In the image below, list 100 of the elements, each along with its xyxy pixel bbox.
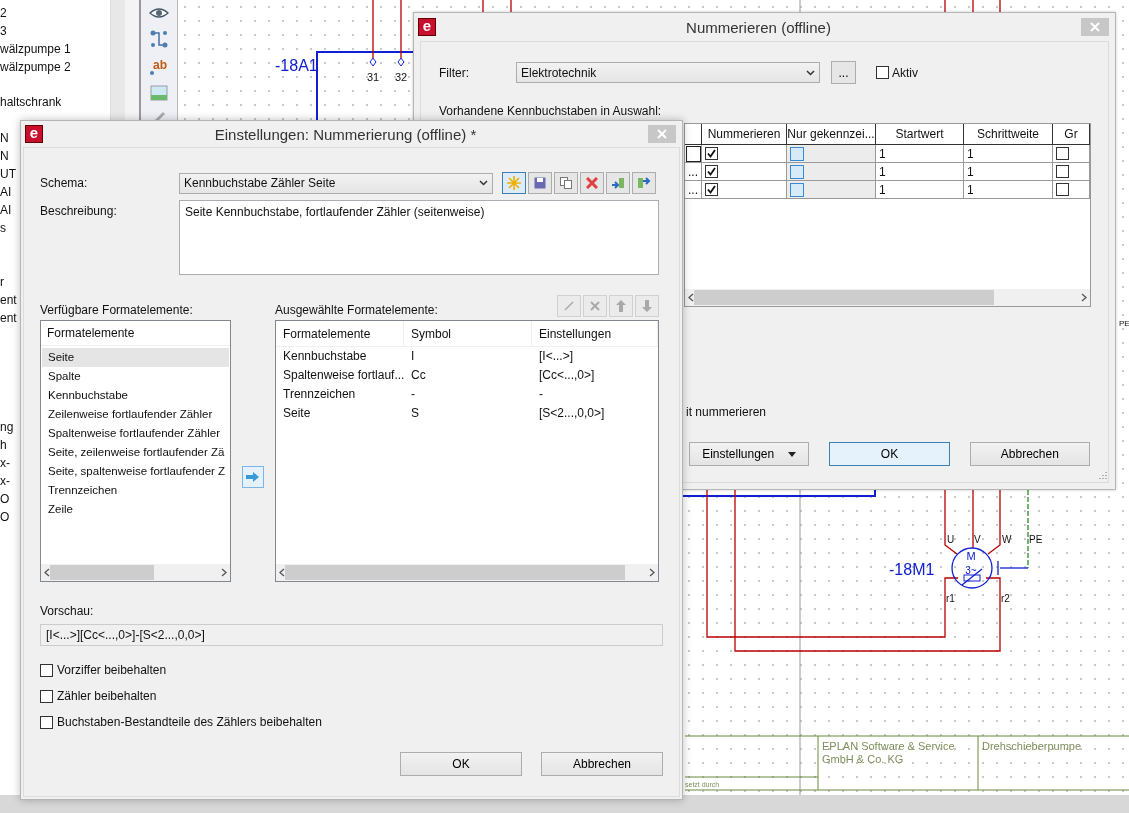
motor-drawing: [951, 547, 999, 589]
sparkle-icon: [507, 176, 521, 190]
list-item[interactable]: Kennbuchstabe: [42, 386, 229, 405]
table-cell-text: Trennzeichen: [282, 386, 357, 403]
column-header[interactable]: Startwert: [876, 124, 964, 145]
close-icon: [657, 129, 667, 139]
image-icon[interactable]: [150, 85, 168, 101]
horizontal-scrollbar[interactable]: [41, 564, 230, 581]
chevron-right-icon: [221, 568, 227, 577]
checkbox[interactable]: [1056, 147, 1069, 160]
arrow-up-icon: [616, 300, 626, 312]
move-right-button[interactable]: [242, 466, 264, 488]
import-icon: [611, 177, 625, 189]
save-button[interactable]: [528, 172, 552, 194]
company-name: GmbH & Co. KG: [822, 753, 904, 765]
dialog-button[interactable]: OK: [400, 752, 522, 776]
section-label: Vorhandene Kennbuchstaben in Auswahl:: [439, 104, 663, 120]
arrow-right-icon: [246, 472, 260, 482]
list-item[interactable]: Zeilenweise fortlaufender Zähler: [42, 405, 229, 424]
checkbox-label: Aktiv: [892, 65, 918, 80]
column-header[interactable]: Gr: [1053, 124, 1090, 145]
list-item[interactable]: Seite, spaltenweise fortlaufender Z: [42, 462, 229, 481]
export-button[interactable]: [632, 172, 656, 194]
table-cell-text: -: [410, 386, 416, 403]
list-item[interactable]: Spaltenweise fortlaufender Zähler: [42, 424, 229, 443]
list-item[interactable]: Trennzeichen: [42, 481, 229, 500]
tree-item[interactable]: 2: [0, 4, 110, 22]
filter-dropdown[interactable]: Elektrotechnik: [516, 62, 820, 83]
copy-icon: [560, 177, 572, 189]
table-cell-text: Kennbuchstabe: [282, 348, 368, 365]
checkbox[interactable]: [40, 663, 53, 677]
table-cell-text: Cc: [410, 367, 427, 384]
checkbox-label: Vorziffer beibehalten: [57, 663, 167, 677]
dialog-button[interactable]: OK: [829, 442, 950, 466]
motor-symbol-text: M: [966, 550, 976, 562]
connection-label: W: [1002, 534, 1012, 545]
connection-label: U: [947, 534, 955, 545]
focused-cell[interactable]: [685, 145, 702, 163]
horizontal-scrollbar[interactable]: [685, 289, 1090, 306]
description-field[interactable]: Seite Kennbuchstabe, fortlaufender Zähler (seitenweise): [179, 200, 659, 275]
table-cell-text: [S<2...,0,0>]: [538, 405, 606, 422]
connector-icon[interactable]: [149, 29, 169, 49]
checkbox[interactable]: [705, 165, 718, 178]
app-logo: e: [418, 18, 436, 36]
chevron-left-icon: [688, 293, 694, 302]
delete-button[interactable]: [580, 172, 604, 194]
checkbox[interactable]: [40, 689, 53, 703]
new-button[interactable]: [502, 172, 526, 194]
arrow-down-icon: [642, 300, 652, 312]
checkbox[interactable]: [1056, 165, 1069, 178]
table-cell-text: Spaltenweise fortlauf...: [282, 367, 404, 384]
connection-label: r2: [1001, 593, 1010, 604]
preview-field: [I<...>][Cc<...,0>]-[S<2...,0,0>]: [40, 624, 663, 646]
browse-button[interactable]: ...: [831, 61, 856, 84]
dialog-button[interactable]: Abbrechen: [969, 442, 1090, 466]
checkbox[interactable]: [1056, 183, 1069, 196]
list-item[interactable]: Zeile: [42, 500, 229, 519]
table-cell-text: [I<...>]: [538, 348, 575, 365]
horizontal-scrollbar[interactable]: [276, 564, 658, 581]
column-header[interactable]: [685, 124, 702, 145]
checkbox[interactable]: [790, 146, 804, 161]
connection-label: V: [974, 534, 981, 545]
table-cell-text: Seite: [282, 405, 312, 422]
checkbox[interactable]: [705, 183, 718, 196]
import-button[interactable]: [606, 172, 630, 194]
tree-item[interactable]: haltschrank: [0, 93, 110, 111]
field-label: Vorschau:: [40, 604, 95, 620]
checkbox[interactable]: [40, 715, 53, 729]
list-item[interactable]: Seite: [42, 348, 229, 367]
schema-dropdown[interactable]: Kennbuchstabe Zähler Seite: [179, 172, 493, 194]
table-cell-text: -: [538, 386, 544, 403]
copy-button[interactable]: [554, 172, 578, 194]
list-item[interactable]: Seite, zeilenweise fortlaufender Zä: [42, 443, 229, 462]
delete-icon: [586, 177, 598, 189]
column-header[interactable]: Formatelemente: [276, 321, 404, 347]
table-cell-text: [Cc<...,0>]: [538, 367, 596, 384]
column-header[interactable]: Einstellungen: [532, 321, 658, 347]
tree-item[interactable]: wälzpumpe 1: [0, 40, 110, 58]
checkbox[interactable]: [705, 147, 718, 160]
column-header[interactable]: Formatelemente: [41, 321, 230, 346]
tree-item[interactable]: wälzpumpe 2: [0, 58, 110, 76]
column-header[interactable]: Nur gekennzei...: [787, 124, 876, 145]
checkbox[interactable]: [876, 66, 889, 79]
table-cell: ...: [685, 181, 702, 199]
column-header[interactable]: Schrittweite: [964, 124, 1053, 145]
terminal-label: 31: [366, 71, 380, 83]
dialog-button[interactable]: Abbrechen: [541, 752, 663, 776]
checkbox[interactable]: [790, 182, 804, 197]
chevron-down-icon: [806, 69, 815, 76]
checkbox[interactable]: [790, 164, 804, 179]
eye-icon[interactable]: [148, 5, 170, 21]
dropdown-button[interactable]: Einstellungen: [689, 442, 810, 466]
table-cell-text: S: [410, 405, 420, 422]
column-header[interactable]: Symbol: [404, 321, 532, 347]
company-name: EPLAN Software & Service: [822, 740, 955, 752]
tree-item[interactable]: 3: [0, 22, 110, 40]
list-item[interactable]: Spalte: [42, 367, 229, 386]
window-title: Nummerieren (offline): [685, 18, 832, 36]
field-label: Schema:: [40, 176, 89, 190]
column-header[interactable]: Nummerieren: [702, 124, 787, 145]
